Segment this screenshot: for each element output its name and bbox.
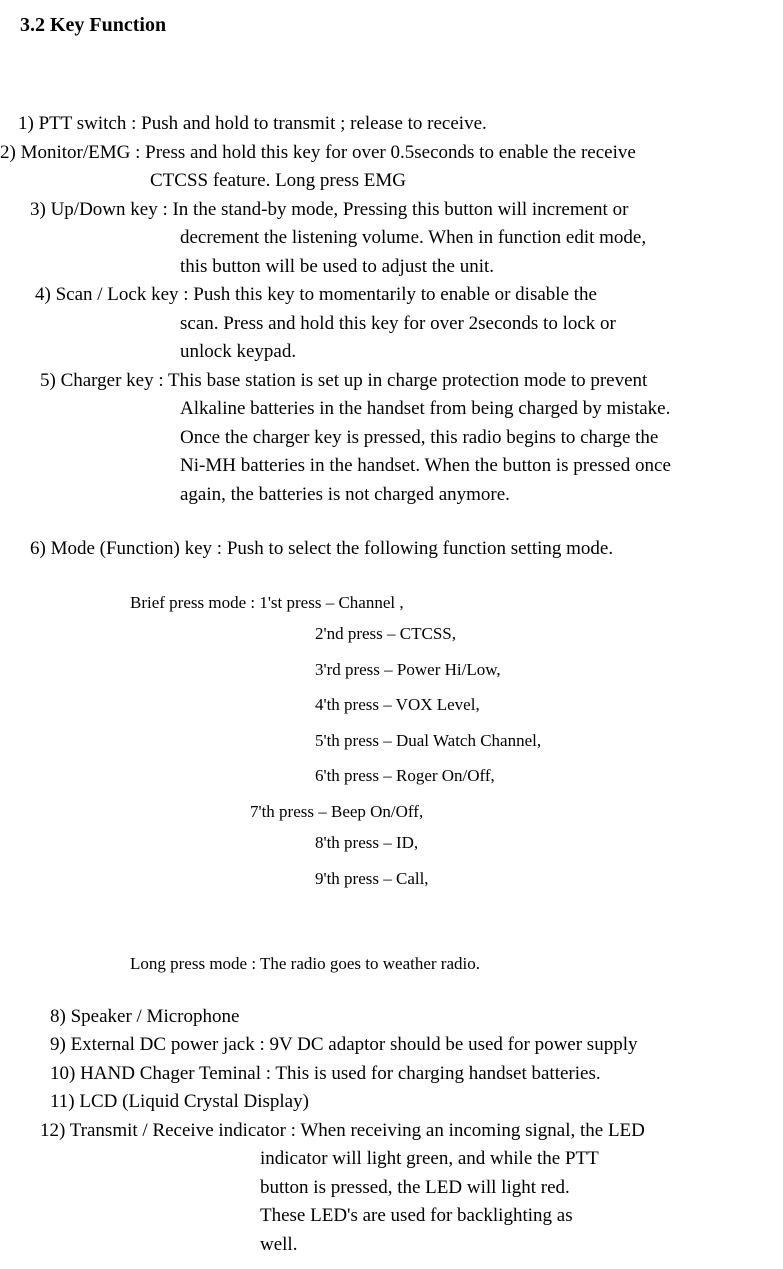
item-10-hand-charger: 10) HAND Chager Teminal : This is used f… (0, 1060, 783, 1089)
press-9: 9'th press – Call, (0, 866, 783, 892)
item-3-updown-line1: 3) Up/Down key : In the stand-by mode, P… (0, 196, 783, 225)
item-9-dc-jack: 9) External DC power jack : 9V DC adapto… (0, 1031, 783, 1060)
press-2: 2'nd press – CTCSS, (0, 621, 783, 647)
item-1-ptt: 1) PTT switch : Push and hold to transmi… (0, 110, 783, 139)
item-12-tx-rx-line3: button is pressed, the LED will light re… (0, 1174, 783, 1203)
section-heading: 3.2 Key Function (20, 10, 783, 40)
press-8: 8'th press – ID, (0, 830, 783, 856)
brief-press-mode-label: Brief press mode : 1'st press – Channel … (0, 590, 783, 616)
press-6: 6'th press – Roger On/Off, (0, 763, 783, 789)
item-3-updown-line3: this button will be used to adjust the u… (0, 253, 783, 282)
press-4: 4'th press – VOX Level, (0, 692, 783, 718)
long-press-mode-label: Long press mode : The radio goes to weat… (0, 951, 783, 977)
press-7: 7'th press – Beep On/Off, (0, 799, 783, 825)
item-8-speaker-mic: 8) Speaker / Microphone (0, 1003, 783, 1032)
item-12-tx-rx-line1: 12) Transmit / Receive indicator : When … (0, 1117, 783, 1146)
item-5-charger-line5: again, the batteries is not charged anym… (0, 481, 783, 510)
press-5: 5'th press – Dual Watch Channel, (0, 728, 783, 754)
item-12-tx-rx-line2: indicator will light green, and while th… (0, 1145, 783, 1174)
item-5-charger-line2: Alkaline batteries in the handset from b… (0, 395, 783, 424)
item-4-scan-lock-line1: 4) Scan / Lock key : Push this key to mo… (0, 281, 783, 310)
item-5-charger-line4: Ni-MH batteries in the handset. When the… (0, 452, 783, 481)
item-6-mode-key: 6) Mode (Function) key : Push to select … (0, 535, 783, 564)
item-3-updown-line2: decrement the listening volume. When in … (0, 224, 783, 253)
item-4-scan-lock-line2: scan. Press and hold this key for over 2… (0, 310, 783, 339)
press-3: 3'rd press – Power Hi/Low, (0, 657, 783, 683)
item-5-charger-line1: 5) Charger key : This base station is se… (0, 367, 783, 396)
item-12-tx-rx-line5: well. (0, 1231, 783, 1260)
item-2-monitor-emg-line2: CTCSS feature. Long press EMG (0, 167, 783, 196)
item-5-charger-line3: Once the charger key is pressed, this ra… (0, 424, 783, 453)
item-2-monitor-emg-line1: 2) Monitor/EMG : Press and hold this key… (0, 139, 783, 168)
item-12-tx-rx-line4: These LED's are used for backlighting as (0, 1202, 783, 1231)
item-4-scan-lock-line3: unlock keypad. (0, 338, 783, 367)
item-11-lcd: 11) LCD (Liquid Crystal Display) (0, 1088, 783, 1117)
